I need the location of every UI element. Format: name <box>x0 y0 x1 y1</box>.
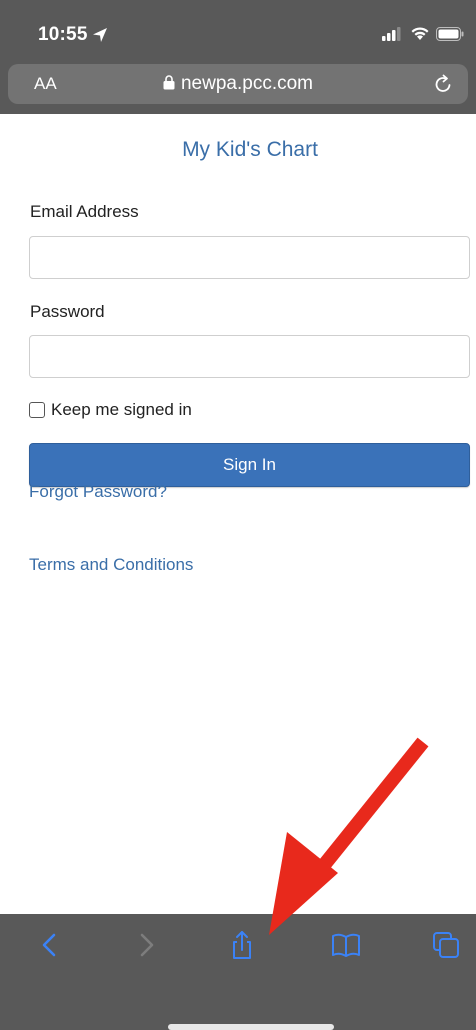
url-text: newpa.pcc.com <box>180 73 313 94</box>
home-indicator[interactable] <box>168 1024 334 1030</box>
browser-toolbar <box>0 914 476 1030</box>
url-display[interactable]: newpa.pcc.com <box>8 73 468 95</box>
share-icon[interactable] <box>226 929 258 961</box>
password-label: Password <box>30 302 105 321</box>
status-time: 10:55 <box>38 24 88 45</box>
keep-signed-in-row[interactable]: Keep me signed in <box>29 400 192 420</box>
status-bar: 10:55 <box>0 0 476 62</box>
location-arrow-icon <box>93 28 107 42</box>
tabs-icon[interactable] <box>430 929 462 961</box>
keep-signed-in-checkbox[interactable] <box>29 402 45 418</box>
page-title: My Kid's Chart <box>182 138 318 161</box>
email-label: Email Address <box>30 202 139 221</box>
email-field[interactable] <box>29 236 470 279</box>
browser-top-chrome: 10:55 AA newpa.pcc.com <box>0 0 476 114</box>
terms-and-conditions-link[interactable]: Terms and Conditions <box>29 555 193 575</box>
lock-icon <box>163 75 175 90</box>
keep-signed-in-label[interactable]: Keep me signed in <box>51 400 192 420</box>
forgot-password-link[interactable]: Forgot Password? <box>29 482 167 502</box>
status-icons <box>382 26 464 41</box>
address-bar[interactable]: AA newpa.pcc.com <box>8 64 468 104</box>
battery-icon <box>436 26 464 41</box>
wifi-icon <box>411 27 429 40</box>
sign-in-button[interactable]: Sign In <box>29 443 470 487</box>
cellular-signal-icon <box>382 26 401 41</box>
back-icon[interactable] <box>34 929 66 961</box>
password-field[interactable] <box>29 335 470 378</box>
forward-icon[interactable] <box>130 929 162 961</box>
reload-icon[interactable] <box>432 73 454 95</box>
bookmarks-icon[interactable] <box>330 929 362 961</box>
